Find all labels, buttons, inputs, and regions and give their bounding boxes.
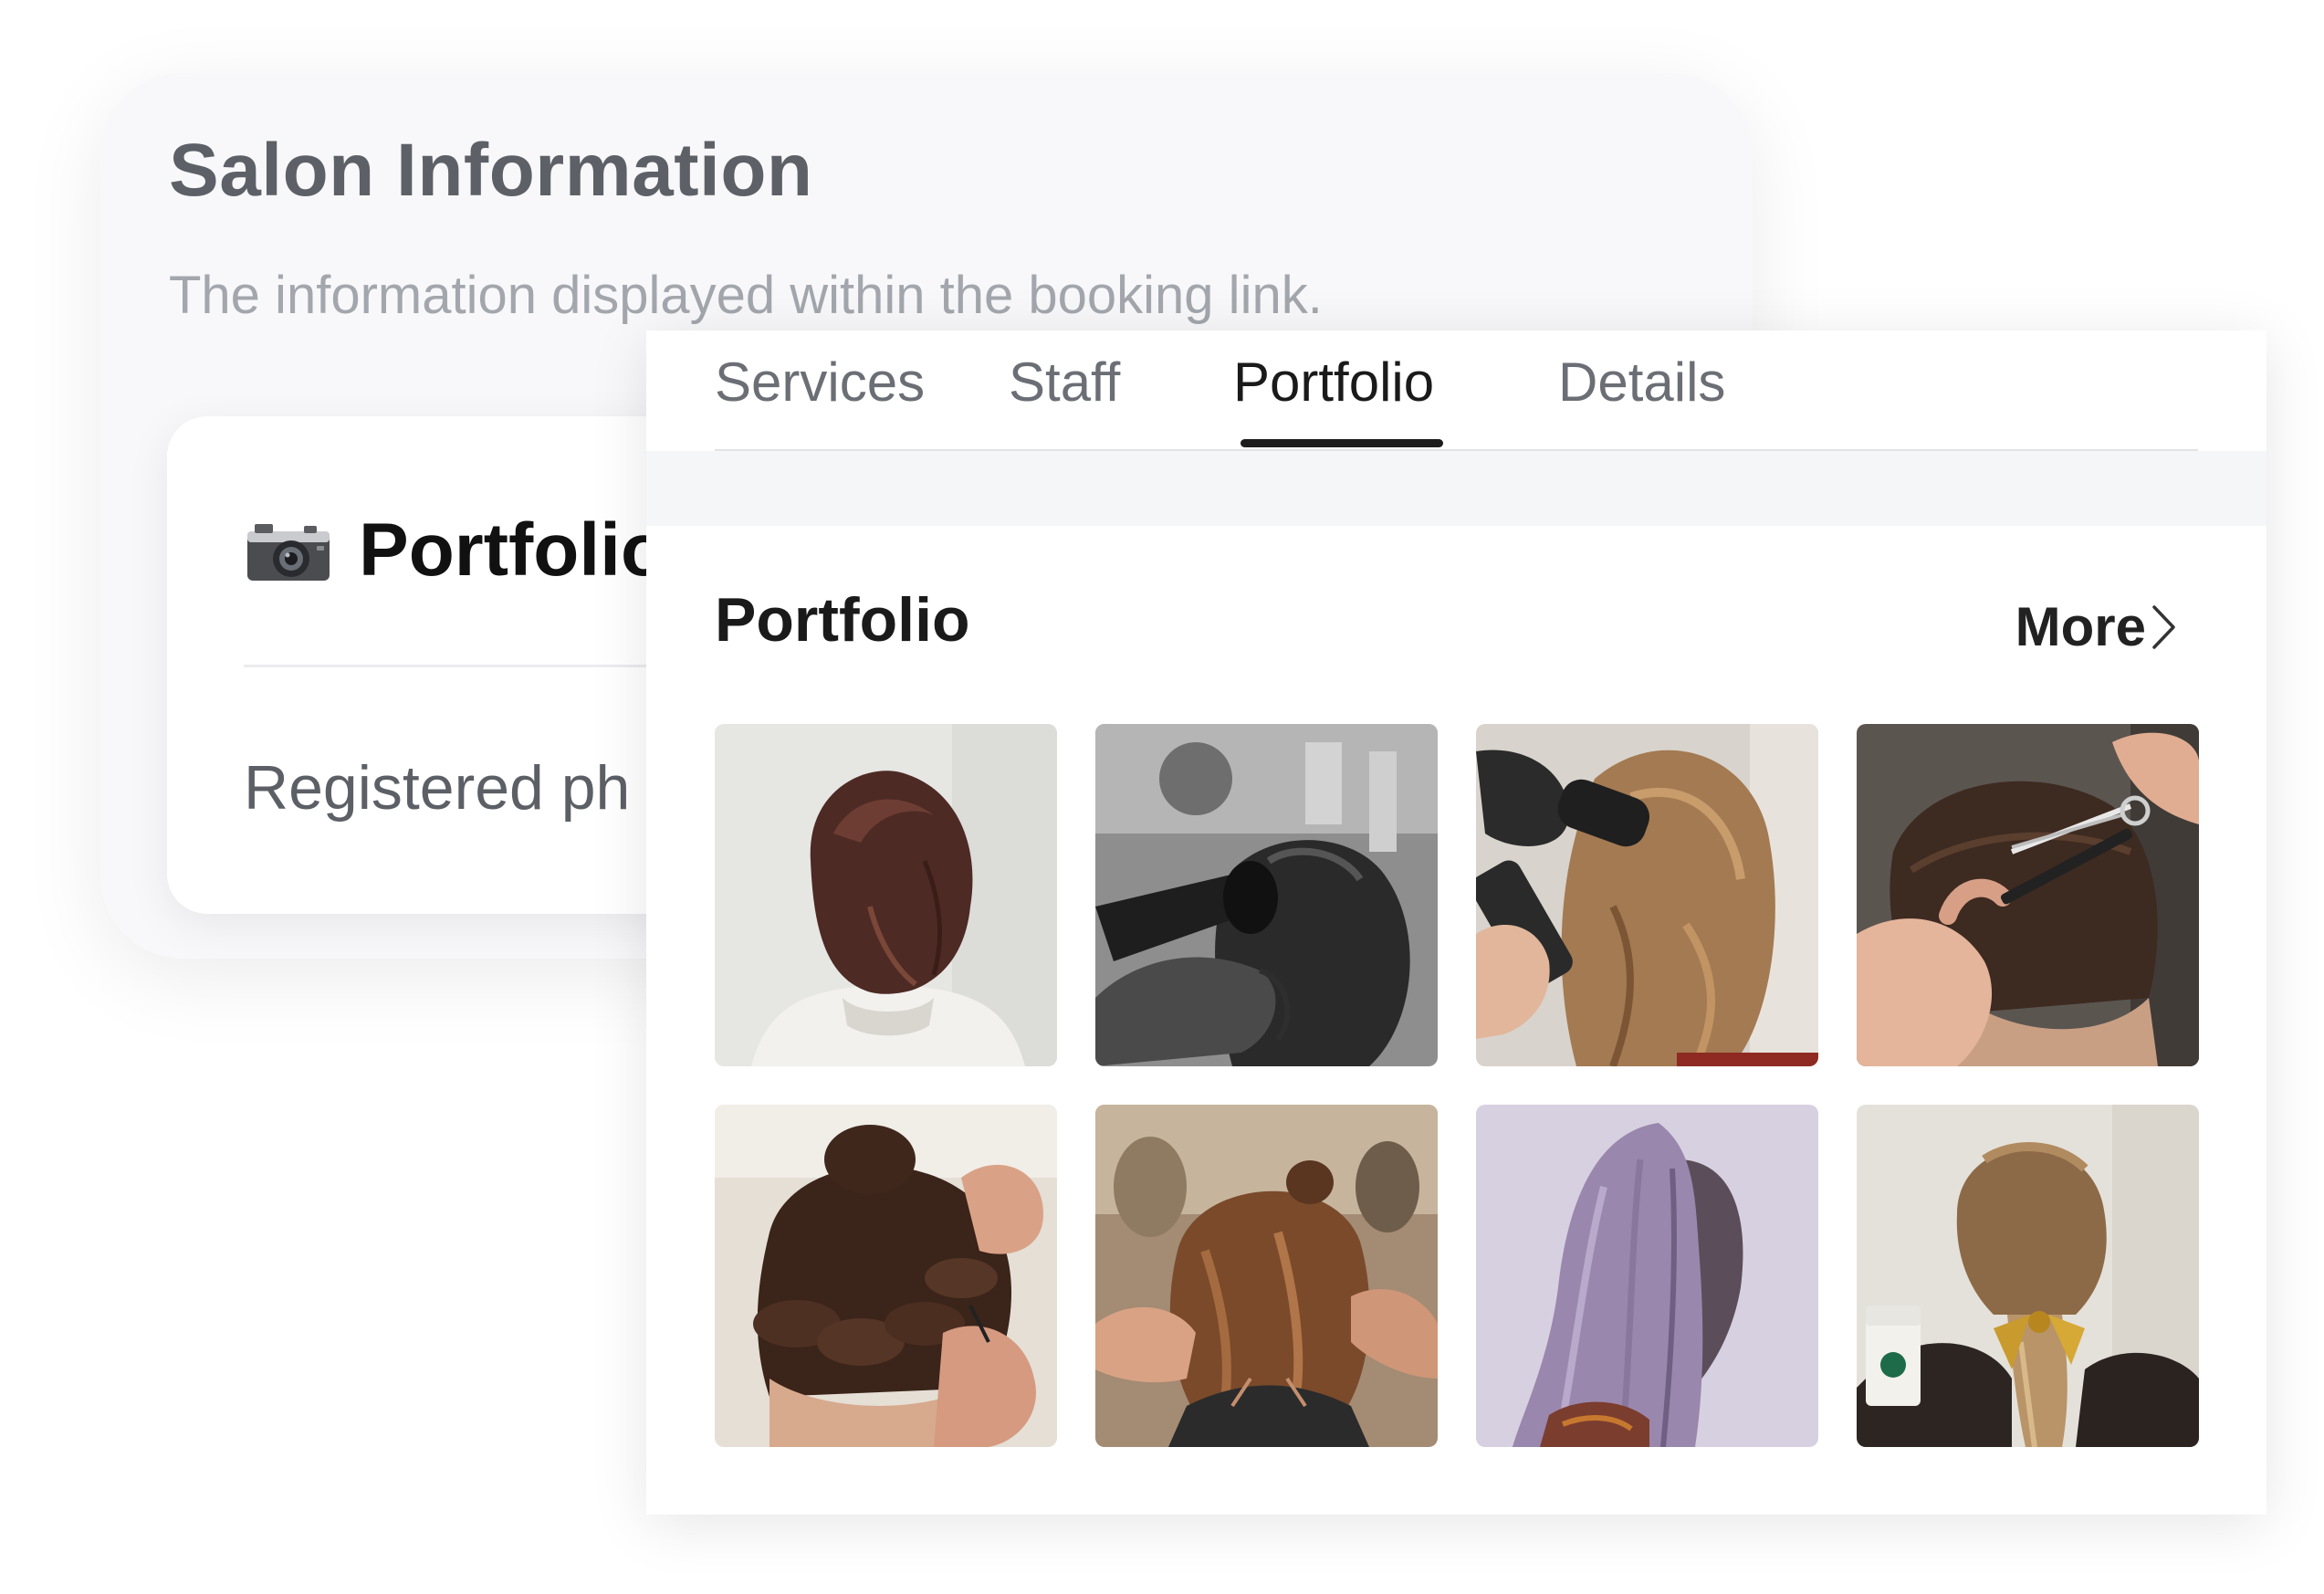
portfolio-photo-grid — [715, 724, 2199, 1447]
tab-services[interactable]: Services — [715, 351, 925, 414]
hair-sectioning-photo — [1095, 1105, 1438, 1447]
portfolio-section-title: Portfolio — [715, 585, 970, 655]
section-separator — [646, 451, 2266, 526]
salon-info-subtitle: The information displayed within the boo… — [169, 266, 1323, 325]
tab-portfolio[interactable]: Portfolio — [1233, 351, 1434, 414]
portfolio-photo[interactable] — [1095, 724, 1438, 1066]
portfolio-photo[interactable] — [1476, 1105, 1818, 1447]
bob-haircut-photo — [715, 724, 1057, 1066]
portfolio-photo[interactable] — [1857, 1105, 2199, 1447]
portfolio-photo[interactable] — [715, 1105, 1057, 1447]
updo-rollers-photo — [715, 1105, 1057, 1447]
tab-bar: Services Staff Portfolio Details — [715, 330, 2198, 453]
portfolio-summary-heading: Portfolio — [244, 508, 666, 593]
more-link[interactable]: More — [2015, 595, 2177, 658]
camera-icon — [247, 524, 330, 581]
portfolio-photo[interactable] — [715, 724, 1057, 1066]
portfolio-photo[interactable] — [1476, 724, 1818, 1066]
chevron-right-icon — [2152, 604, 2175, 649]
tab-details[interactable]: Details — [1558, 351, 1725, 414]
portfolio-summary-title: Portfolio — [359, 509, 667, 592]
ribbon-ponytail-photo — [1857, 1105, 2199, 1447]
scissor-haircut-photo — [1857, 724, 2199, 1066]
tab-staff[interactable]: Staff — [1009, 351, 1120, 414]
booking-portfolio-panel: Services Staff Portfolio Details Portfol… — [646, 330, 2266, 1515]
salon-info-title: Salon Information — [169, 129, 813, 212]
registered-photos-label: Registered ph — [244, 753, 631, 823]
portfolio-photo[interactable] — [1857, 724, 2199, 1066]
portfolio-photo[interactable] — [1095, 1105, 1438, 1447]
round-brush-photo — [1476, 724, 1818, 1066]
more-label: More — [2015, 596, 2146, 657]
lavender-hair-photo — [1476, 1105, 1818, 1447]
blow-dry-photo — [1095, 724, 1438, 1066]
active-tab-indicator — [1241, 439, 1443, 447]
